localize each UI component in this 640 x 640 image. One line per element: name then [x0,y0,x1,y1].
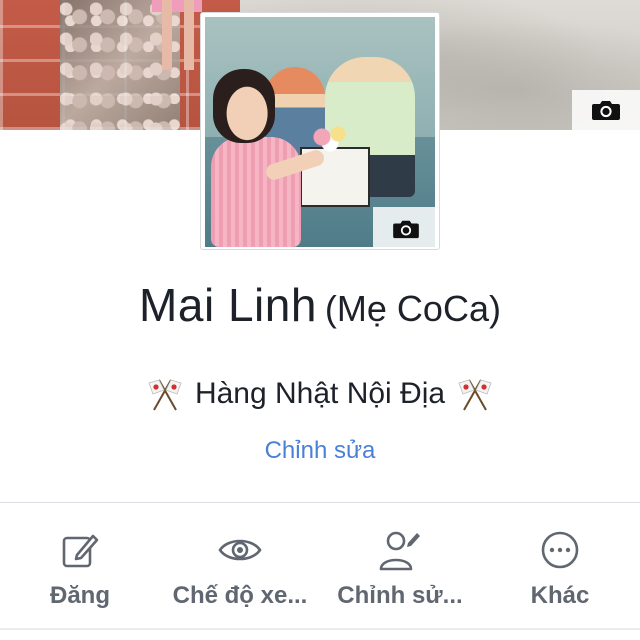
cover-camera-button[interactable] [572,90,640,130]
profile-alternate-name: (Mẹ CoCa) [324,288,501,329]
edit-profile-button[interactable]: Chỉnh sử... [320,512,480,622]
crossed-flags-icon [458,379,492,411]
crossed-flags-icon [148,379,182,411]
profile-name: Mai Linh (Mẹ CoCa) [0,278,640,332]
more-button[interactable]: Khác [480,512,640,622]
more-button-label: Khác [530,582,590,609]
profile-bio: Hàng Nhật Nội Địa [0,372,640,416]
section-bottom-border [0,628,640,630]
pencil-square-icon [62,534,99,568]
avatar [205,17,435,247]
profile-name-main: Mai Linh [139,279,317,331]
bio-text: Hàng Nhật Nội Địa [194,377,446,410]
divider [0,502,640,503]
post-button-label: Đăng [50,582,110,609]
edit-profile-button-label: Chỉnh sử... [337,582,463,609]
eye-icon [218,539,262,561]
camera-icon [393,220,419,239]
view-as-button[interactable]: Chế độ xe... [160,512,320,622]
edit-person-icon [379,531,420,571]
camera-icon [592,101,620,120]
more-dots-icon [541,531,579,569]
profile-picture[interactable] [200,12,440,250]
view-as-button-label: Chế độ xe... [172,582,308,609]
edit-bio-link[interactable]: Chỉnh sửa [0,437,640,465]
profile-actions: Đăng Chế độ xe... Chỉnh sử... Khác [0,512,640,622]
post-button[interactable]: Đăng [0,512,160,622]
avatar-camera-button[interactable] [373,207,435,247]
